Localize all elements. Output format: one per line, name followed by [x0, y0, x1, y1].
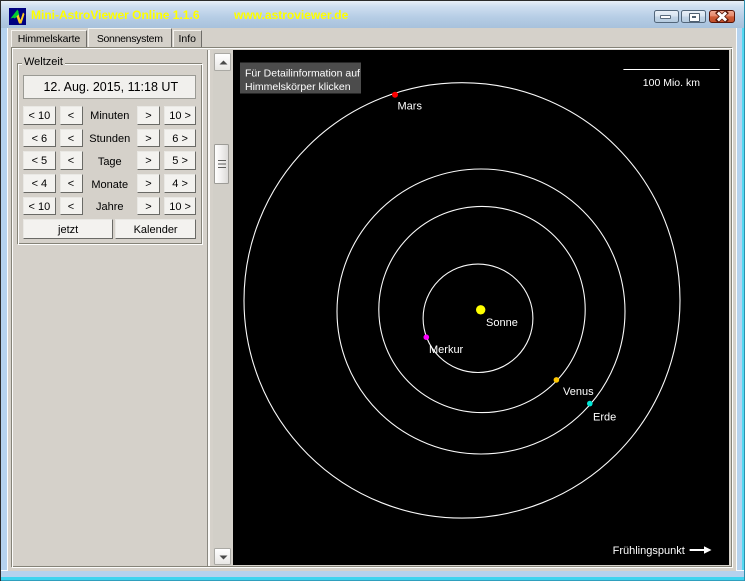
svg-text:Frühlingspunkt: Frühlingspunkt — [613, 545, 685, 557]
svg-text:Merkur: Merkur — [429, 344, 464, 356]
svg-text:Erde: Erde — [593, 412, 616, 424]
svg-text:Venus: Venus — [563, 386, 594, 398]
svg-text:Sonne: Sonne — [486, 317, 518, 329]
svg-text:Himmelskörper klicken: Himmelskörper klicken — [245, 81, 351, 93]
svg-text:100 Mio. km: 100 Mio. km — [643, 77, 700, 89]
svg-text:Für Detailinformation auf: Für Detailinformation auf — [245, 68, 360, 80]
svg-text:Mars: Mars — [398, 101, 423, 113]
